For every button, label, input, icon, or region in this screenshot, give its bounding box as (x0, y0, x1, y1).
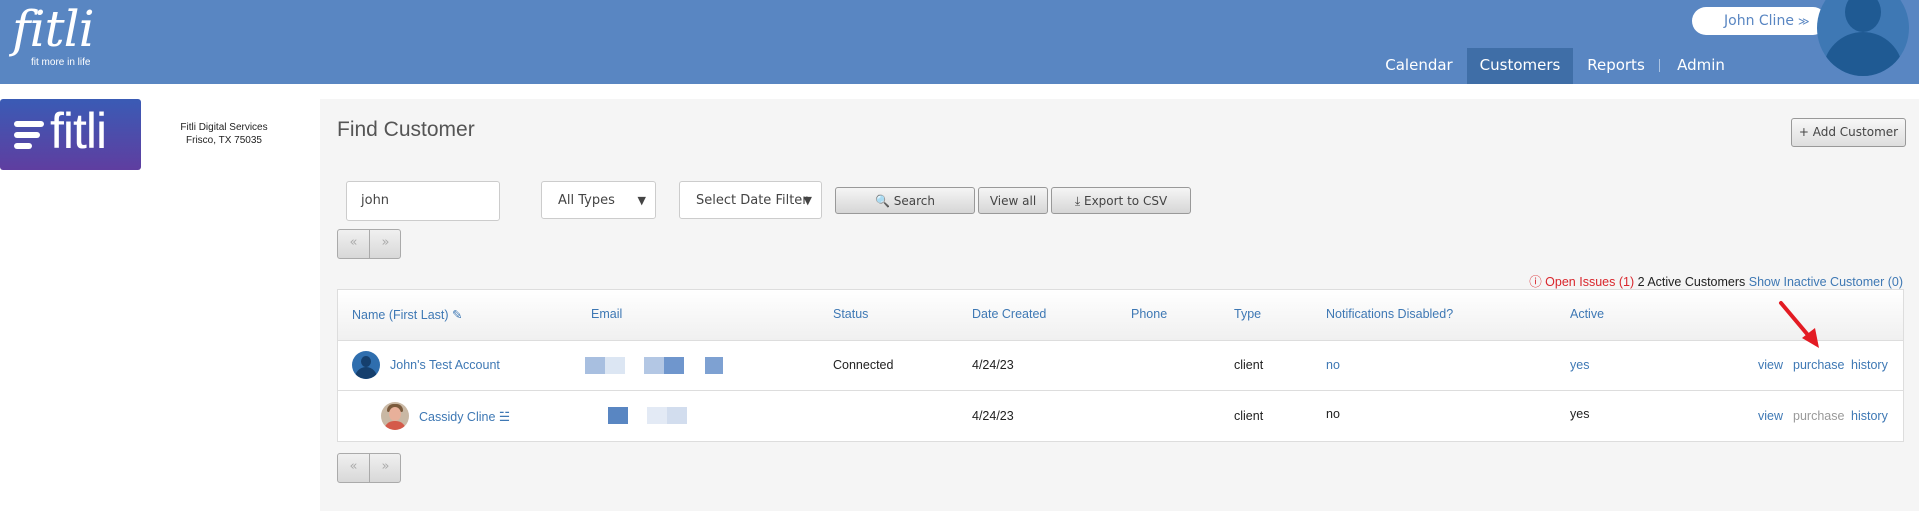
table-row: Cassidy Cline ☱ 4/24/23 client no yes vi… (338, 391, 1903, 442)
column-header-phone[interactable]: Phone (1131, 307, 1167, 321)
chevron-down-icon: ▼ (637, 194, 646, 207)
pager-next-button[interactable]: » (370, 454, 401, 482)
column-header-notifications[interactable]: Notifications Disabled? (1326, 307, 1453, 321)
customer-avatar (352, 351, 380, 379)
business-location: Frisco, TX 75035 (186, 135, 262, 146)
logo-wordmark: fitli (12, 0, 95, 58)
pager-next-button[interactable]: » (370, 230, 401, 258)
history-link[interactable]: history (1851, 409, 1888, 423)
search-button-label: Search (893, 194, 935, 208)
nav-admin[interactable]: Admin (1665, 48, 1737, 84)
customer-name-link[interactable]: John's Test Account (390, 358, 500, 372)
page-title: Find Customer (337, 118, 475, 141)
add-customer-button[interactable]: + Add Customer (1791, 118, 1906, 147)
show-inactive-link[interactable]: Show Inactive Customer (0) (1749, 275, 1903, 289)
nav-calendar[interactable]: Calendar (1374, 48, 1464, 84)
nav-reports[interactable]: Reports (1577, 48, 1655, 84)
user-avatar[interactable] (1817, 0, 1909, 76)
customer-avatar (381, 402, 409, 430)
nav-divider (1659, 59, 1660, 72)
customer-table: Name (First Last) ✎ Email Status Date Cr… (337, 289, 1904, 442)
view-link[interactable]: view (1758, 409, 1783, 423)
business-logo-text: fitli (50, 103, 107, 159)
chevron-down-icon: ≫ (1797, 15, 1810, 28)
business-address: Fitli Digital Services Frisco, TX 75035 (165, 121, 283, 147)
search-icon: 🔍 (874, 194, 890, 208)
search-button[interactable]: 🔍 Search (835, 187, 975, 214)
customer-name-link[interactable]: Cassidy Cline ☱ (419, 409, 510, 424)
column-header-active[interactable]: Active (1570, 307, 1604, 321)
customer-summary: ⓘ Open Issues (1) 2 Active Customers Sho… (1529, 271, 1903, 290)
date-created-value: 4/24/23 (972, 358, 1014, 372)
family-member-icon: ☱ (498, 410, 511, 424)
type-select-value: All Types (558, 193, 615, 208)
open-issues-link[interactable]: ⓘ Open Issues (1) (1529, 275, 1634, 289)
column-header-date-created[interactable]: Date Created (972, 307, 1046, 321)
table-row: John's Test Account Connected 4/24/23 cl… (338, 340, 1903, 391)
date-created-value: 4/24/23 (972, 409, 1014, 423)
business-name: Fitli Digital Services (180, 122, 268, 133)
date-filter-value: Select Date Filter (696, 193, 808, 208)
pager-prev-button[interactable]: « (338, 454, 369, 482)
pager-top: « » (337, 229, 401, 259)
view-all-button[interactable]: View all (978, 187, 1048, 214)
chevron-down-icon: ▼ (803, 194, 812, 207)
type-select[interactable]: All Types ▼ (541, 181, 656, 219)
view-link[interactable]: view (1758, 358, 1783, 372)
purchase-link[interactable]: purchase (1793, 358, 1844, 372)
nav-customers[interactable]: Customers (1467, 48, 1573, 84)
column-header-status[interactable]: Status (833, 307, 868, 321)
status-value: Connected (833, 358, 894, 372)
notifications-value: no (1326, 407, 1340, 421)
column-header-type[interactable]: Type (1234, 307, 1261, 321)
fitli-logo[interactable]: fitli fit more in life (12, 0, 95, 68)
active-toggle-link[interactable]: yes (1570, 358, 1589, 372)
type-value: client (1234, 409, 1264, 423)
pager-bottom: « » (337, 453, 401, 483)
download-icon: ⤓ (1074, 194, 1081, 208)
column-header-name[interactable]: Name (First Last) ✎ (352, 307, 463, 322)
date-filter-select[interactable]: Select Date Filter ▼ (679, 181, 822, 219)
pencil-icon: ✎ (452, 308, 463, 322)
notifications-toggle-link[interactable]: no (1326, 358, 1340, 372)
user-menu-button[interactable]: John Cline ≫ (1692, 7, 1827, 35)
user-name: John Cline (1724, 13, 1794, 29)
purchase-link-disabled: purchase (1793, 409, 1845, 423)
pager-prev-button[interactable]: « (338, 230, 369, 258)
business-logo: fitli (0, 99, 141, 170)
column-header-email[interactable]: Email (591, 307, 622, 321)
search-input[interactable]: john (346, 181, 500, 221)
active-value: yes (1570, 407, 1590, 421)
active-customer-count: 2 Active Customers (1637, 275, 1746, 289)
annotation-arrow-icon (1779, 301, 1819, 348)
table-header: Name (First Last) ✎ Email Status Date Cr… (338, 290, 1903, 341)
export-csv-button[interactable]: ⤓ Export to CSV (1051, 187, 1191, 214)
type-value: client (1234, 358, 1264, 372)
logo-tagline: fit more in life (31, 57, 91, 68)
history-link[interactable]: history (1851, 358, 1888, 372)
export-button-label: Export to CSV (1083, 194, 1168, 208)
